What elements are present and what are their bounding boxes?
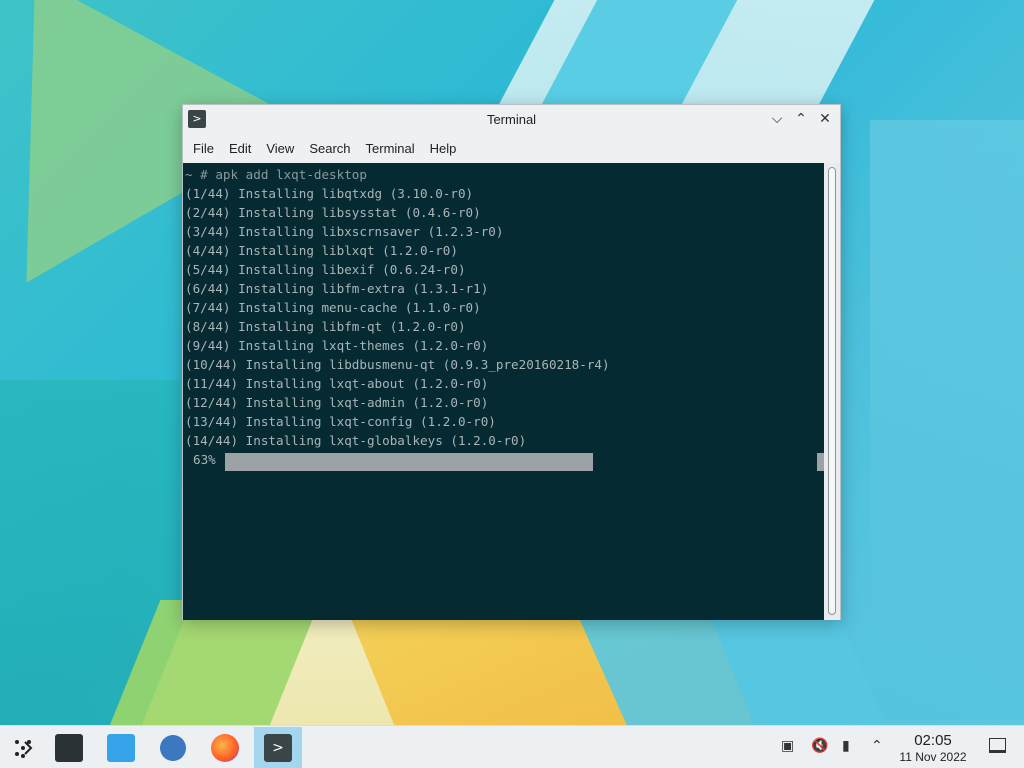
- taskbar-settings[interactable]: [50, 730, 88, 766]
- terminal-line: (2/44) Installing libsysstat (0.4.6-r0): [185, 205, 481, 220]
- menu-terminal[interactable]: Terminal: [360, 141, 421, 156]
- terminal-line: (1/44) Installing libqtxdg (3.10.0-r0): [185, 186, 474, 201]
- terminal-line: ~ # apk add lxqt-desktop: [185, 167, 367, 182]
- terminal-line: (12/44) Installing lxqt-admin (1.2.0-r0): [185, 395, 489, 410]
- expand-tray-icon[interactable]: ⌃: [871, 738, 883, 754]
- terminal-line: (13/44) Installing lxqt-config (1.2.0-r0…: [185, 414, 496, 429]
- progress-percent: 63%: [193, 452, 216, 467]
- search-icon: [160, 735, 186, 761]
- menu-search[interactable]: Search: [303, 141, 356, 156]
- minimize-button[interactable]: ⌵: [768, 110, 786, 128]
- taskbar-store[interactable]: [102, 730, 140, 766]
- taskbar: > ▣ 🔇 ▮ ⌃ 02:05 11 Nov 2022: [0, 725, 1024, 768]
- system-settings-icon: [55, 734, 83, 762]
- terminal-line: (6/44) Installing libfm-extra (1.3.1-r1): [185, 281, 489, 296]
- terminal-scrollbar[interactable]: [824, 163, 840, 620]
- software-store-icon: [107, 734, 135, 762]
- terminal-line: (11/44) Installing lxqt-about (1.2.0-r0): [185, 376, 489, 391]
- clock-date: 11 Nov 2022: [899, 750, 967, 764]
- close-button[interactable]: ✕: [816, 110, 834, 128]
- terminal-line: (5/44) Installing libexif (0.6.24-r0): [185, 262, 466, 277]
- terminal-line: (9/44) Installing lxqt-themes (1.2.0-r0): [185, 338, 489, 353]
- terminal-line: (8/44) Installing libfm-qt (1.2.0-r0): [185, 319, 466, 334]
- terminal-line: (10/44) Installing libdbusmenu-qt (0.9.3…: [185, 357, 610, 372]
- taskbar-terminal[interactable]: >: [254, 727, 302, 768]
- show-desktop-icon[interactable]: [989, 738, 1006, 753]
- menu-help[interactable]: Help: [424, 141, 463, 156]
- maximize-button[interactable]: ⌃: [792, 110, 810, 128]
- window-title: Terminal: [486, 111, 537, 127]
- clock-time: 02:05: [914, 732, 952, 749]
- firefox-icon: [211, 734, 239, 762]
- scrollbar-thumb[interactable]: [828, 167, 836, 615]
- menu-file[interactable]: File: [187, 141, 220, 156]
- app-launcher-button[interactable]: [4, 730, 42, 766]
- window-titlebar[interactable]: > Terminal ⌵ ⌃ ✕: [183, 105, 840, 133]
- progress-bar: [225, 453, 593, 471]
- progress-row: 63%: [185, 450, 826, 471]
- clock[interactable]: 02:05 11 Nov 2022: [893, 732, 973, 764]
- terminal-output[interactable]: ~ # apk add lxqt-desktop (1/44) Installi…: [183, 163, 826, 620]
- taskbar-search[interactable]: [154, 730, 192, 766]
- terminal-line: (7/44) Installing menu-cache (1.1.0-r0): [185, 300, 481, 315]
- terminal-line: (3/44) Installing libxscrnsaver (1.2.3-r…: [185, 224, 504, 239]
- volume-muted-icon[interactable]: 🔇: [811, 738, 828, 754]
- display-icon[interactable]: ▣: [781, 738, 794, 754]
- terminal-window: > Terminal ⌵ ⌃ ✕ File Edit View Search T…: [182, 104, 841, 620]
- terminal-icon: >: [264, 734, 292, 762]
- terminal-line: (4/44) Installing liblxqt (1.2.0-r0): [185, 243, 458, 258]
- usb-icon[interactable]: ▮: [842, 738, 850, 754]
- taskbar-firefox[interactable]: [206, 730, 244, 766]
- terminal-line: (14/44) Installing lxqt-globalkeys (1.2.…: [185, 433, 527, 448]
- menu-bar: File Edit View Search Terminal Help: [183, 133, 840, 163]
- menu-edit[interactable]: Edit: [223, 141, 257, 156]
- menu-view[interactable]: View: [260, 141, 300, 156]
- app-launcher-icon: [15, 740, 33, 758]
